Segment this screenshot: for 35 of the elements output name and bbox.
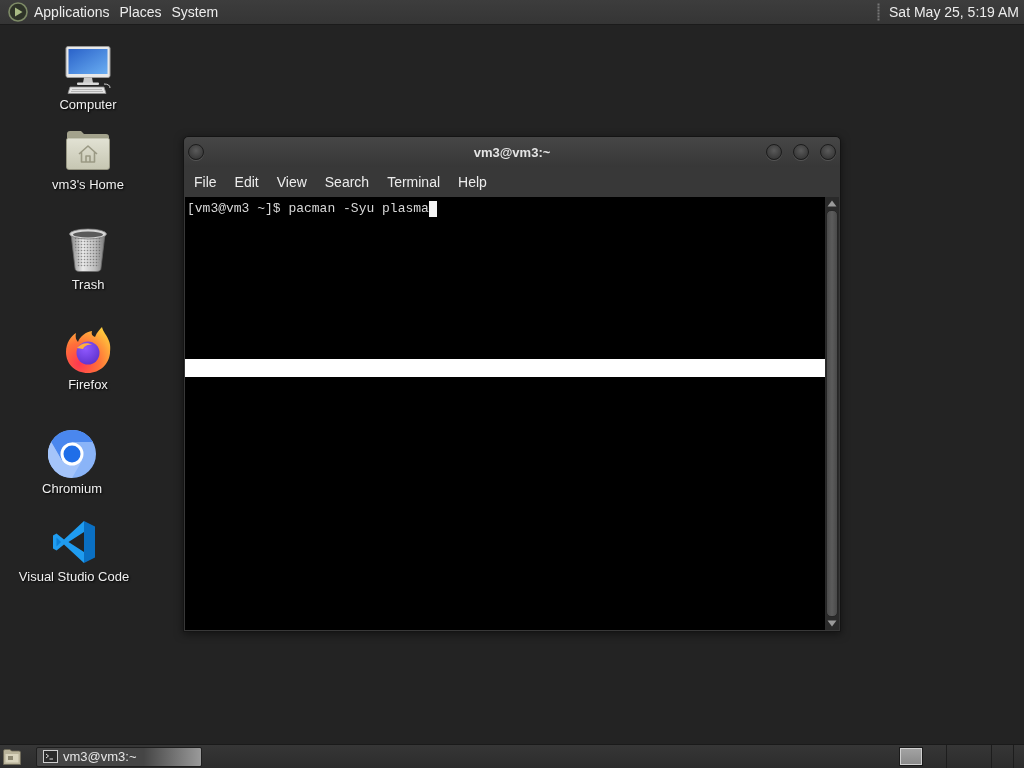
desktop-icon-label[interactable]: Visual Studio Code: [18, 569, 130, 585]
monitor-icon[interactable]: [64, 46, 112, 94]
bracket-logo-icon[interactable]: [52, 520, 96, 564]
desktop-icon-label[interactable]: Chromium: [42, 481, 102, 497]
scroll-up-icon[interactable]: [827, 200, 837, 207]
panel-menu[interactable]: Places: [114, 1, 167, 23]
panel-menu[interactable]: System: [166, 1, 224, 23]
terminal-icon: [43, 750, 58, 763]
clock-text[interactable]: Sat May 25, 5:19 AM: [889, 4, 1019, 20]
menu-item[interactable]: Help: [449, 171, 496, 193]
show-desktop-icon[interactable]: [3, 748, 21, 765]
desktop-icon-label[interactable]: Computer: [59, 97, 117, 113]
home-folder-icon[interactable]: [66, 130, 110, 170]
window-title: vm3@vm3:~: [473, 144, 551, 160]
terminal-line: [vm3@vm3 ~]$ pacman -Syu plasma: [187, 200, 429, 217]
trash-icon[interactable]: [68, 228, 108, 272]
menu-item[interactable]: Terminal: [378, 171, 450, 193]
menu-item[interactable]: File: [185, 171, 226, 193]
desktop-icon-label[interactable]: Firefox: [68, 377, 108, 393]
play-logo-icon[interactable]: [8, 2, 28, 22]
panel-menu[interactable]: Applications: [29, 1, 115, 23]
menu-item[interactable]: Edit: [225, 171, 268, 193]
desktop-icon-label[interactable]: vm3's Home: [52, 177, 124, 193]
taskbar-button[interactable]: vm3@vm3:~: [36, 746, 202, 767]
panel-handle-icon[interactable]: [877, 3, 881, 21]
scrollbar-thumb[interactable]: [826, 210, 838, 617]
menu-item[interactable]: View: [267, 171, 316, 193]
text-cursor-icon: [428, 200, 437, 217]
desktop-icon-label[interactable]: Trash: [71, 277, 105, 293]
ring-logo-icon[interactable]: [48, 430, 96, 478]
scroll-down-icon[interactable]: [827, 620, 837, 627]
flame-globe-icon[interactable]: [64, 326, 112, 374]
menu-item[interactable]: Search: [315, 171, 379, 193]
workspace-switcher[interactable]: [900, 748, 922, 765]
terminal-area[interactable]: [vm3@vm3 ~]$ pacman -Syu plasma: [185, 197, 825, 630]
